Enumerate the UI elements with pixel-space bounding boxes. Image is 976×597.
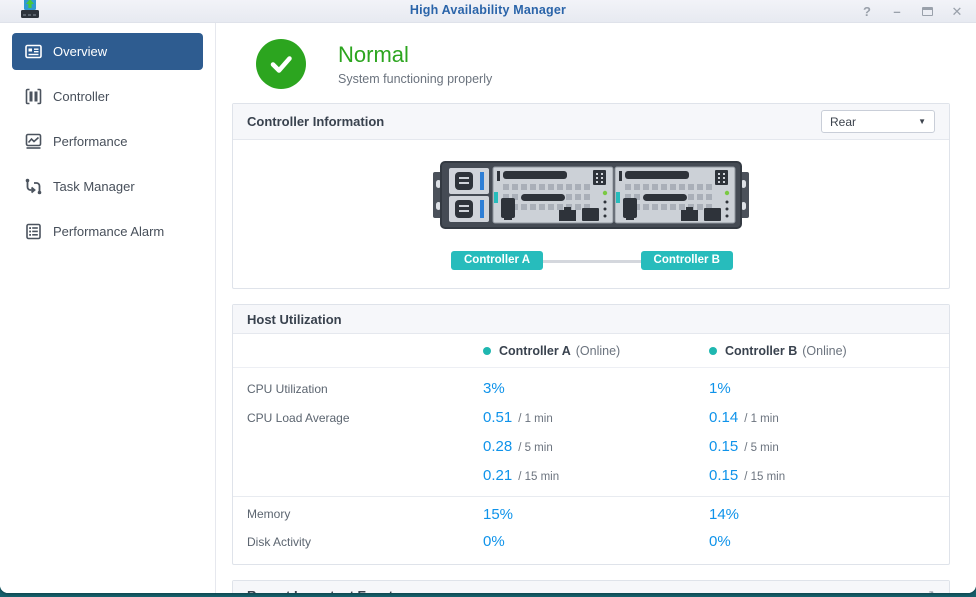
view-selector-value: Rear	[830, 114, 857, 129]
recent-events-title: Recent Important Events	[247, 588, 400, 594]
recent-events-panel: Recent Important Events ↗	[232, 580, 950, 593]
status-subtitle: System functioning properly	[338, 72, 493, 86]
load-15min-a: 0.21	[483, 467, 513, 484]
maximize-icon[interactable]	[920, 5, 934, 19]
sidebar-item-label: Controller	[53, 89, 110, 104]
controller-a-tag[interactable]: Controller A	[451, 251, 544, 270]
host-utilization-panel: Host Utilization Controller A (Online) C…	[232, 304, 950, 565]
window-controls: ? – ✕	[860, 0, 964, 23]
memory-row: Memory 15% 14%	[233, 496, 949, 525]
minimize-icon[interactable]: –	[890, 5, 904, 19]
sidebar: Overview Controller Performance Task Man…	[0, 23, 216, 593]
view-selector-dropdown[interactable]: Rear ▼	[821, 110, 935, 133]
cpu-value-b: 1%	[709, 380, 731, 397]
sidebar-item-label: Overview	[53, 44, 108, 59]
main-content: Normal System functioning properly Contr…	[216, 23, 976, 593]
sidebar-item-label: Performance	[53, 134, 128, 149]
sidebar-item-task-manager[interactable]: Task Manager	[12, 168, 203, 205]
disk-value-a: 0%	[483, 533, 505, 550]
controller-labels: Controller A Controller B	[433, 251, 749, 270]
app-window: High Availability Manager ? – ✕ Overview…	[0, 0, 976, 593]
load-15min-b: 0.15	[709, 467, 739, 484]
sidebar-item-label: Task Manager	[53, 179, 135, 194]
host-utilization-title: Host Utilization	[247, 311, 342, 327]
load-5min-a: 0.28	[483, 438, 513, 455]
online-status-dot	[483, 346, 491, 355]
controller-information-title: Controller Information	[247, 114, 385, 129]
load-1min-a: 0.51	[483, 409, 513, 426]
controller-icon	[24, 88, 42, 106]
sidebar-item-label: Performance Alarm	[53, 224, 165, 239]
close-icon[interactable]: ✕	[950, 5, 964, 19]
cpu-load-average-row-1min: CPU Load Average 0.51 / 1 min 0.14 / 1 m…	[247, 409, 779, 426]
status-ok-icon	[256, 39, 306, 89]
cpu-load-average-row-5min: 0.28 / 5 min 0.15 / 5 min	[483, 438, 779, 455]
memory-value-a: 15%	[483, 505, 514, 523]
status-title: Normal	[338, 42, 409, 67]
online-status-dot	[709, 346, 717, 355]
cpu-value-a: 3%	[483, 380, 505, 397]
controller-a-column-header: Controller A (Online)	[483, 344, 709, 358]
controller-b-column-header: Controller B (Online)	[709, 344, 935, 358]
popout-arrow-icon[interactable]: ↗	[924, 587, 935, 593]
system-status: Normal System functioning properly	[232, 31, 950, 103]
cpu-utilization-row: CPU Utilization 3% 1%	[247, 380, 731, 397]
disk-activity-row: Disk Activity 0% 0%	[247, 533, 731, 550]
task-manager-icon	[24, 178, 42, 196]
sidebar-item-performance[interactable]: Performance	[12, 123, 203, 160]
help-icon[interactable]: ?	[860, 5, 874, 19]
load-1min-b: 0.14	[709, 409, 739, 426]
titlebar: High Availability Manager ? – ✕	[0, 0, 976, 23]
load-5min-b: 0.15	[709, 438, 739, 455]
sidebar-item-controller[interactable]: Controller	[12, 78, 203, 115]
performance-alarm-icon	[24, 223, 42, 241]
controller-chassis-illustration	[433, 161, 749, 229]
cpu-load-average-row-15min: 0.21 / 15 min 0.15 / 15 min	[483, 467, 786, 484]
sidebar-item-performance-alarm[interactable]: Performance Alarm	[12, 213, 203, 250]
sidebar-item-overview[interactable]: Overview	[12, 33, 203, 70]
overview-icon	[24, 43, 42, 61]
disk-value-b: 0%	[709, 533, 731, 550]
chevron-down-icon: ▼	[918, 117, 926, 126]
host-utilization-column-headers: Controller A (Online) Controller B (Onli…	[233, 334, 949, 368]
window-title: High Availability Manager	[409, 3, 567, 17]
memory-value-b: 14%	[709, 505, 740, 523]
controller-information-panel: Controller Information Rear ▼ Controller…	[232, 103, 950, 289]
controller-b-tag[interactable]: Controller B	[640, 251, 733, 270]
performance-icon	[24, 133, 42, 151]
